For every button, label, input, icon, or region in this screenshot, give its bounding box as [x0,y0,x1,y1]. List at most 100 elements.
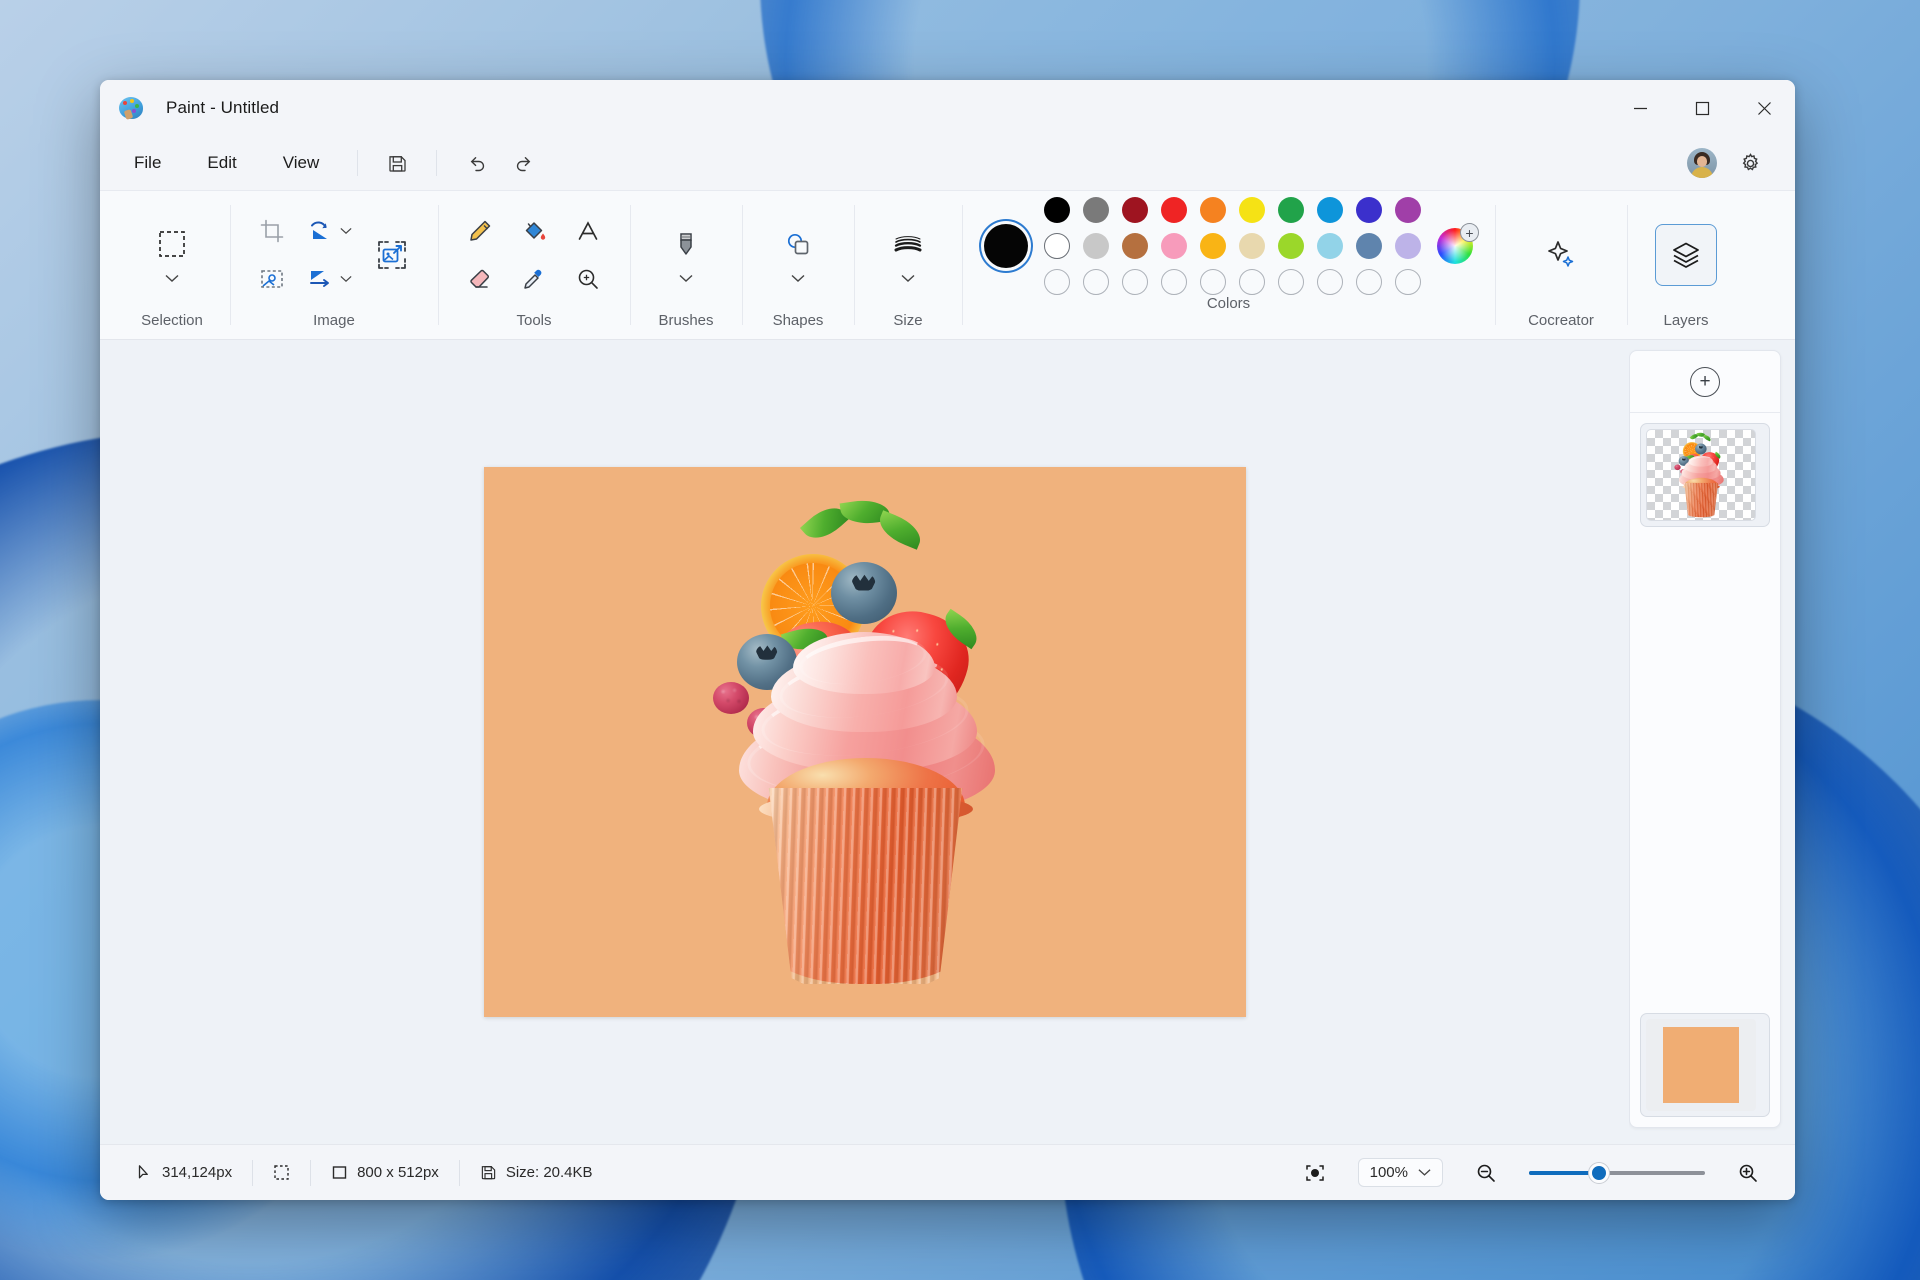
ribbon-group-size: Size [854,191,962,339]
ribbon-group-layers: Layers [1627,191,1745,339]
zoom-in-button[interactable] [1717,1158,1779,1188]
flip-tool[interactable] [302,256,352,302]
layer-item-cupcake[interactable] [1640,423,1770,527]
brush-icon[interactable] [660,221,712,267]
layer-thumbnail [1646,1019,1756,1111]
color-swatch[interactable] [1317,233,1343,259]
ribbon-group-brushes: Brushes [630,191,742,339]
resize-image-icon[interactable] [362,226,422,284]
color-swatch-empty[interactable] [1083,269,1109,295]
zoom-out-button[interactable] [1455,1158,1517,1188]
flip-icon[interactable] [302,256,338,302]
add-layer-button[interactable]: + [1690,366,1720,397]
menu-bar: File Edit View [100,136,1795,190]
menu-edit[interactable]: Edit [185,145,258,181]
save-icon[interactable] [374,144,420,182]
color-swatch-empty[interactable] [1239,269,1265,295]
eyedropper-icon[interactable] [508,256,560,302]
rotate-icon[interactable] [302,208,338,254]
color-swatch-empty[interactable] [1122,269,1148,295]
rotate-tool[interactable] [302,208,352,254]
size-icon[interactable] [882,221,934,267]
rectangular-selection-icon[interactable] [146,221,198,267]
pencil-icon[interactable] [454,208,506,254]
size-tool[interactable] [882,221,934,289]
background-removal-icon[interactable] [246,256,298,302]
color-swatch[interactable] [1395,197,1421,223]
paint-palette-icon [118,95,144,121]
color-swatch[interactable] [1356,233,1382,259]
layer-item-background[interactable] [1640,1013,1770,1117]
color-swatch-empty[interactable] [1200,269,1226,295]
minimize-icon[interactable] [1609,80,1671,136]
ribbon-group-cocreator: Cocreator [1495,191,1627,339]
custom-color-picker[interactable]: + [1437,223,1479,264]
menu-bar-right [1687,144,1795,182]
zoom-level-select[interactable]: 100% [1357,1158,1443,1187]
chevron-down-icon[interactable] [340,221,352,241]
active-color-swatch[interactable] [984,224,1028,268]
color-swatch-empty[interactable] [1161,269,1187,295]
close-icon[interactable] [1733,80,1795,136]
account-avatar[interactable] [1687,148,1717,178]
redo-icon[interactable] [501,144,547,182]
color-swatch[interactable] [1083,233,1109,259]
layers-button[interactable] [1655,223,1717,286]
brushes-tool[interactable] [660,221,712,289]
canvas-size-value: 800 x 512px [357,1164,439,1181]
chevron-down-icon[interactable] [340,269,352,289]
color-swatch[interactable] [1395,233,1421,259]
maximize-icon[interactable] [1671,80,1733,136]
zoom-slider[interactable] [1529,1162,1705,1183]
menu-view[interactable]: View [261,145,342,181]
color-swatch[interactable] [1122,197,1148,223]
color-swatch[interactable] [1122,233,1148,259]
shapes-icon[interactable] [772,221,824,267]
magnifier-icon[interactable] [562,256,614,302]
color-swatch[interactable] [1239,197,1265,223]
settings-gear-icon[interactable] [1727,144,1773,182]
color-swatch[interactable] [1161,233,1187,259]
layers-list [1630,413,1780,1127]
layers-panel: + [1629,350,1781,1128]
chevron-down-icon[interactable] [901,269,915,289]
color-swatch[interactable] [1044,197,1070,223]
color-swatch[interactable] [1200,197,1226,223]
fill-bucket-icon[interactable] [508,208,560,254]
color-swatch-empty[interactable] [1356,269,1382,295]
zoom-slider-thumb[interactable] [1589,1162,1610,1183]
color-swatch-empty[interactable] [1317,269,1343,295]
shapes-tool[interactable] [772,221,824,289]
color-swatch[interactable] [1317,197,1343,223]
canvas-size-item: 800 x 512px [311,1158,459,1188]
color-swatch[interactable] [1161,197,1187,223]
color-swatch-empty[interactable] [1044,269,1070,295]
color-swatch-empty[interactable] [1278,269,1304,295]
chevron-down-icon[interactable] [679,269,693,289]
mint-leaf [873,510,926,550]
fit-to-window-button[interactable] [1284,1158,1346,1188]
undo-icon[interactable] [453,144,499,182]
color-swatch[interactable] [1200,233,1226,259]
color-swatch[interactable] [1083,197,1109,223]
selection-tool[interactable] [146,221,198,289]
color-swatch-empty[interactable] [1395,269,1421,295]
drawing-canvas[interactable] [483,467,1246,1017]
paint-window: Paint - Untitled File Edit View Selectio… [100,80,1795,1200]
color-swatch[interactable] [1356,197,1382,223]
chevron-down-icon[interactable] [791,269,805,289]
color-swatch[interactable] [1278,233,1304,259]
title-bar[interactable]: Paint - Untitled [100,80,1795,136]
color-swatch[interactable] [1239,233,1265,259]
ribbon-group-image: Image [230,191,438,339]
menu-file[interactable]: File [112,145,183,181]
chevron-down-icon[interactable] [165,269,179,289]
color-swatch[interactable] [1044,233,1070,259]
cocreator-button[interactable] [1531,226,1591,284]
crop-icon[interactable] [246,208,298,254]
eraser-icon[interactable] [454,256,506,302]
text-icon[interactable] [562,208,614,254]
color-swatch[interactable] [1278,197,1304,223]
add-color-icon[interactable]: + [1460,223,1479,242]
group-label-tools: Tools [516,312,552,329]
